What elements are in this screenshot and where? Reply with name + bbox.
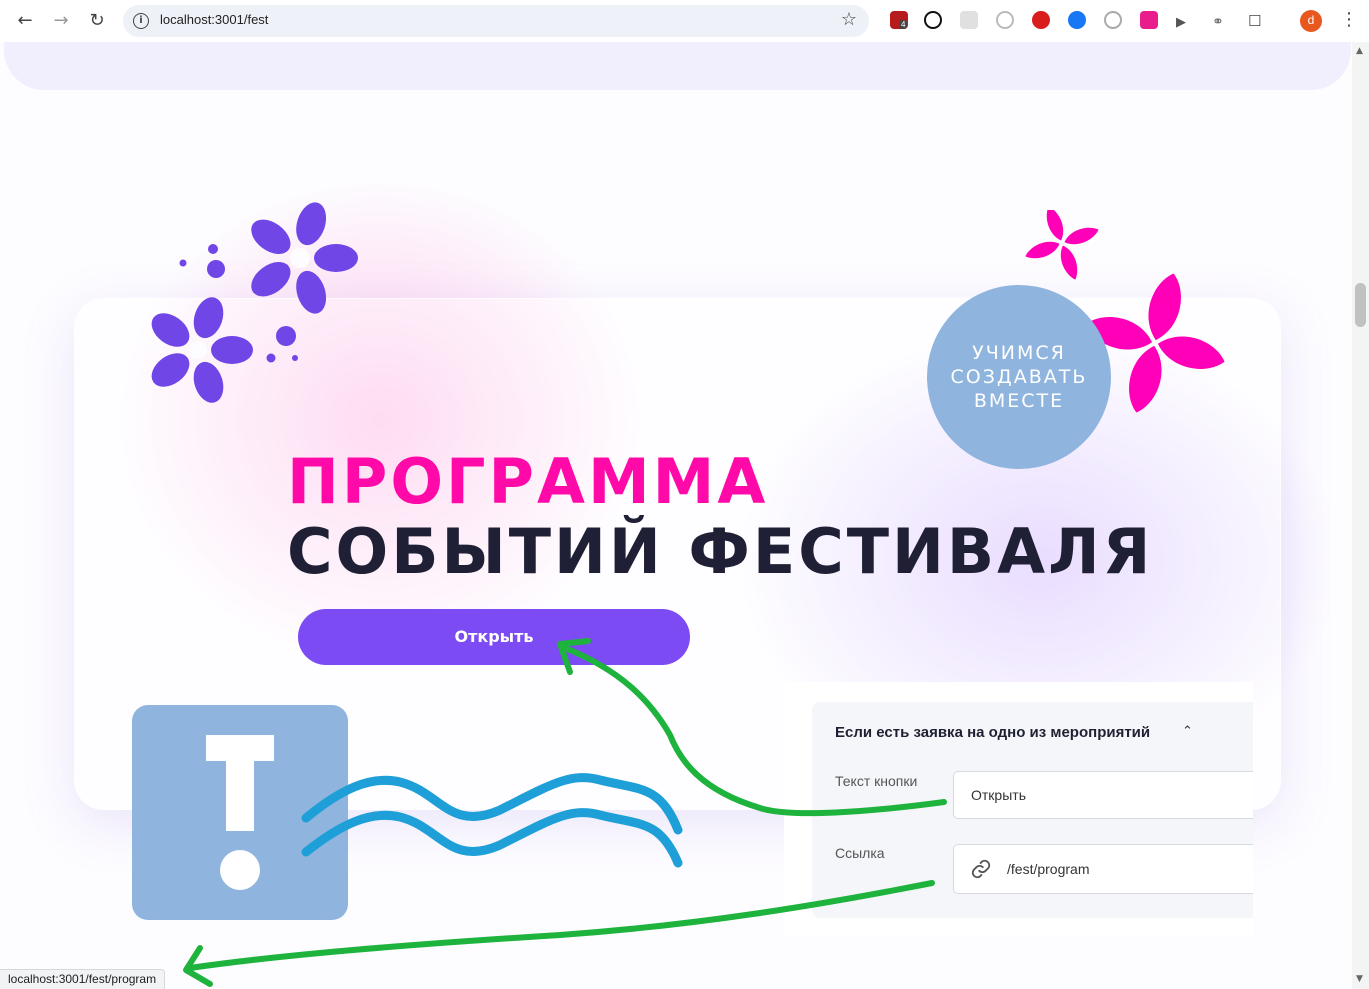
purple-flowers-illustration <box>151 202 358 403</box>
motto-text: УЧИМСЯ СОЗДАВАТЬ ВМЕСТЕ <box>927 341 1111 413</box>
pink-extension-icon[interactable] <box>1140 11 1158 29</box>
button-text-input[interactable]: Открыть <box>953 771 1253 819</box>
purple-flower-large <box>251 202 358 314</box>
extension-badge: 4 <box>899 20 908 29</box>
link-extension-icon[interactable]: ⚭ <box>1212 11 1230 30</box>
link-input[interactable]: /fest/program <box>953 844 1253 894</box>
chevron-up-icon[interactable]: ⌃ <box>1182 724 1193 739</box>
link-status-bar: localhost:3001/fest/program <box>0 969 166 989</box>
forward-icon[interactable]: → <box>49 9 73 33</box>
bookmark-star-icon[interactable]: ☆ <box>841 9 857 30</box>
site-info-icon[interactable]: i <box>133 13 149 29</box>
compass-extension-icon[interactable] <box>1104 11 1122 29</box>
hero-title-line-2: СОБЫТИЙ ФЕСТИВАЛЯ <box>287 515 1154 588</box>
page-scrollbar[interactable] <box>1352 42 1369 989</box>
annotation-arrowhead-status <box>183 945 213 987</box>
motto-line-1: УЧИМСЯ <box>972 342 1066 364</box>
link-label: Ссылка <box>835 845 885 861</box>
blue-extension-icon[interactable] <box>1068 11 1086 29</box>
scrollbar-thumb[interactable] <box>1355 283 1366 327</box>
settings-section-heading[interactable]: Если есть заявка на одно из мероприятий <box>835 724 1150 741</box>
blue-wave-lines <box>301 773 683 868</box>
back-icon[interactable]: ← <box>13 9 37 33</box>
shield-extension-icon[interactable]: 4 <box>890 11 908 29</box>
scroll-up-arrow-icon[interactable]: ▲ <box>1356 46 1363 56</box>
grid-extension-icon[interactable] <box>960 11 978 29</box>
play-extension-icon[interactable]: ▶ <box>1176 11 1194 30</box>
page-header-band <box>4 42 1351 90</box>
url-text[interactable]: localhost:3001/fest <box>160 12 268 27</box>
scroll-down-arrow-icon[interactable]: ▼ <box>1356 974 1363 984</box>
profile-avatar[interactable]: d <box>1300 10 1322 32</box>
purple-flower-small <box>151 297 253 403</box>
link-icon <box>971 859 991 879</box>
motto-line-3: ВМЕСТЕ <box>973 390 1065 412</box>
browser-toolbar: ← → ↻ i localhost:3001/fest ☆ 4 ▶ ⚭ ☐ d … <box>0 0 1369 42</box>
reload-icon[interactable]: ↻ <box>85 9 109 33</box>
red-extension-icon[interactable] <box>1032 11 1050 29</box>
camera-extension-icon[interactable] <box>996 11 1014 29</box>
hero-title-line-1: ПРОГРАММА <box>287 445 769 518</box>
menu-kebab-icon[interactable]: ⋮ <box>1340 9 1358 30</box>
open-program-button[interactable]: Открыть <box>298 609 690 665</box>
motto-line-2: СОЗДАВАТЬ <box>950 366 1088 388</box>
block-extension-icon[interactable] <box>924 11 942 29</box>
motto-circle: УЧИМСЯ СОЗДАВАТЬ ВМЕСТЕ <box>927 285 1111 469</box>
address-bar[interactable]: i localhost:3001/fest ☆ <box>123 5 869 37</box>
magenta-flower-small <box>1025 210 1099 280</box>
button-text-label: Текст кнопки <box>835 773 918 789</box>
puzzle-extensions-icon[interactable]: ☐ <box>1248 11 1266 30</box>
